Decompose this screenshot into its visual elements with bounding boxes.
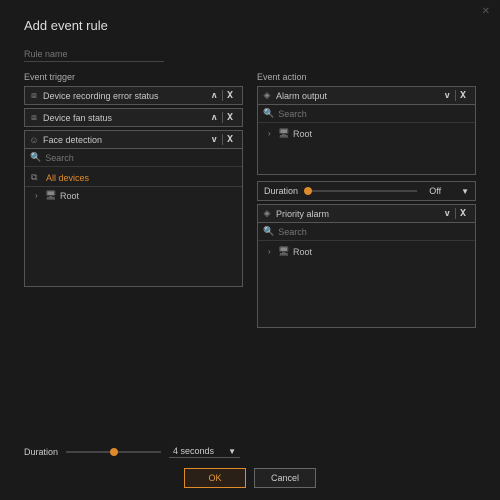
action-duration-slider[interactable]: [304, 186, 417, 196]
device-icon: ⧈: [29, 112, 39, 123]
action-search-input[interactable]: [278, 227, 470, 237]
trigger-face-detection[interactable]: ☺ Face detection v X: [24, 130, 243, 149]
dialog-close-button[interactable]: ✕: [482, 6, 490, 17]
tree-root[interactable]: › 🖥 Root: [258, 125, 475, 142]
rule-name-field-wrap: [24, 47, 476, 62]
tree-root[interactable]: › 🖥 Root: [25, 187, 242, 204]
trigger-search-row: 🔍: [25, 149, 242, 167]
remove-trigger-button[interactable]: X: [222, 134, 238, 145]
search-icon: 🔍: [30, 152, 41, 163]
slider-thumb[interactable]: [110, 448, 118, 456]
chevron-down-icon[interactable]: ▼: [461, 187, 469, 196]
chevron-right-icon: ›: [268, 247, 276, 256]
tree-label: All devices: [46, 173, 89, 183]
trigger-picker-stack: ⧈ Device recording error status ʌ X ⧈ De…: [24, 86, 243, 149]
trigger-duration-select[interactable]: 4 seconds ▼: [169, 446, 240, 458]
alarm-icon: ◈: [262, 90, 272, 101]
priority-icon: ◈: [262, 208, 272, 219]
device-icon: ⧈: [29, 90, 39, 101]
trigger-label: Device fan status: [43, 113, 207, 123]
expand-icon[interactable]: v: [440, 91, 455, 101]
remove-trigger-button[interactable]: X: [222, 112, 238, 123]
ok-button[interactable]: OK: [184, 468, 246, 488]
cancel-button[interactable]: Cancel: [254, 468, 316, 488]
duration-value: Off: [423, 186, 455, 196]
duration-value: 4 seconds: [173, 446, 214, 456]
trigger-device-recording-error[interactable]: ⧈ Device recording error status ʌ X: [24, 86, 243, 105]
server-icon: 🖥: [278, 128, 290, 139]
rule-name-input[interactable]: [24, 47, 164, 62]
duration-label: Duration: [24, 447, 58, 457]
face-icon: ☺: [29, 135, 39, 145]
trigger-tree: ⧉ All devices › 🖥 Root: [25, 167, 242, 286]
action-label: Priority alarm: [276, 209, 440, 219]
remove-action-button[interactable]: X: [455, 90, 471, 101]
dialog-buttons: OK Cancel: [24, 468, 476, 488]
devices-icon: ⧉: [31, 172, 43, 183]
action-search-row: 🔍: [258, 223, 475, 241]
tree-label: Root: [293, 247, 312, 257]
trigger-search-input[interactable]: [45, 153, 237, 163]
dialog-title: Add event rule: [24, 18, 476, 33]
collapse-icon[interactable]: ʌ: [207, 91, 222, 101]
action-duration-row: Duration Off ▼: [257, 181, 476, 201]
search-icon: 🔍: [263, 226, 274, 237]
action-search-row: 🔍: [258, 105, 475, 123]
columns: Event trigger ⧈ Device recording error s…: [24, 72, 476, 458]
duration-label: Duration: [264, 186, 298, 196]
priority-alarm-panel: 🔍 › 🖥 Root: [257, 223, 476, 328]
event-action-column: Event action ◈ Alarm output v X 🔍 › 🖥 Ro…: [257, 72, 476, 458]
action-priority-alarm[interactable]: ◈ Priority alarm v X: [257, 204, 476, 223]
search-icon: 🔍: [263, 108, 274, 119]
expand-icon[interactable]: v: [207, 135, 222, 145]
trigger-duration-slider[interactable]: [66, 447, 161, 457]
tree-label: Root: [293, 129, 312, 139]
server-icon: 🖥: [278, 246, 290, 257]
server-icon: 🖥: [45, 190, 57, 201]
action-tree: › 🖥 Root: [258, 123, 475, 174]
action-alarm-output[interactable]: ◈ Alarm output v X: [257, 86, 476, 105]
alarm-output-panel: 🔍 › 🖥 Root: [257, 105, 476, 175]
collapse-icon[interactable]: ʌ: [207, 113, 222, 123]
tree-root[interactable]: › 🖥 Root: [258, 243, 475, 260]
remove-trigger-button[interactable]: X: [222, 90, 238, 101]
tree-label: Root: [60, 191, 79, 201]
expand-icon[interactable]: v: [440, 209, 455, 219]
chevron-right-icon: ›: [268, 129, 276, 138]
trigger-label: Device recording error status: [43, 91, 207, 101]
event-trigger-label: Event trigger: [24, 72, 243, 82]
add-event-rule-dialog: ✕ Add event rule Event trigger ⧈ Device …: [0, 0, 500, 500]
event-action-label: Event action: [257, 72, 476, 82]
trigger-duration-row: Duration 4 seconds ▼: [24, 436, 243, 458]
chevron-right-icon: ›: [35, 191, 43, 200]
tree-all-devices[interactable]: ⧉ All devices: [25, 169, 242, 187]
action-search-input[interactable]: [278, 109, 470, 119]
slider-thumb[interactable]: [304, 187, 312, 195]
trigger-device-fan-status[interactable]: ⧈ Device fan status ʌ X: [24, 108, 243, 127]
action-label: Alarm output: [276, 91, 440, 101]
event-trigger-column: Event trigger ⧈ Device recording error s…: [24, 72, 243, 458]
action-tree: › 🖥 Root: [258, 241, 475, 327]
trigger-label: Face detection: [43, 135, 207, 145]
remove-action-button[interactable]: X: [455, 208, 471, 219]
trigger-device-panel: 🔍 ⧉ All devices › 🖥 Root: [24, 149, 243, 287]
chevron-down-icon: ▼: [228, 447, 236, 456]
